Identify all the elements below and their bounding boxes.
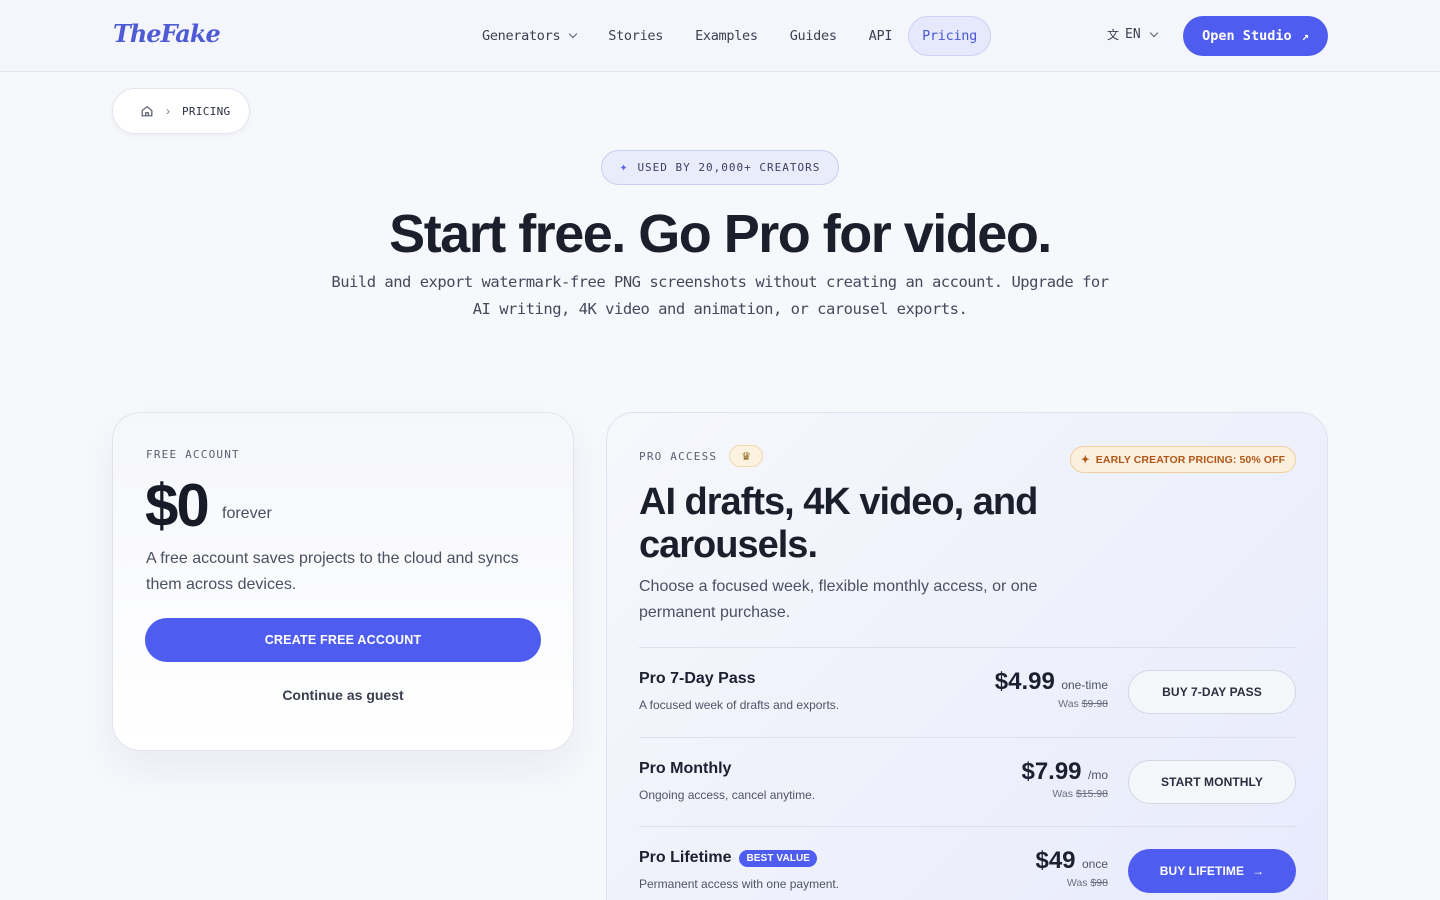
free-plan-card: FREE ACCOUNT $0 forever A free account s… bbox=[112, 412, 574, 751]
promo-label: EARLY CREATOR PRICING: 50% OFF bbox=[1095, 453, 1286, 466]
plan-price: $7.99 bbox=[1021, 758, 1082, 785]
breadcrumb-current: PRICING bbox=[182, 104, 231, 118]
plan-price-block: $49 once Was $98 bbox=[1035, 847, 1108, 889]
plan-name: Pro Monthly bbox=[639, 760, 731, 778]
external-arrow-icon: ↗ bbox=[1301, 29, 1309, 43]
plan-price-block: $7.99 /mo Was $15.98 bbox=[1021, 758, 1108, 800]
buy-lifetime-button[interactable]: BUY LIFETIME → bbox=[1128, 849, 1296, 893]
pro-plan-card: PRO ACCESS ♛ ✦ EARLY CREATOR PRICING: 50… bbox=[606, 412, 1328, 900]
plan-description: Permanent access with one payment. bbox=[639, 877, 840, 891]
nav-generators[interactable]: Generators bbox=[466, 16, 592, 56]
was-label: Was bbox=[1058, 698, 1079, 710]
top-navbar: TheFake Generators Stories Examples Guid… bbox=[0, 0, 1440, 72]
plan-price-block: $4.99 one-time Was $9.98 bbox=[995, 668, 1108, 710]
plan-name-label: Pro Lifetime bbox=[639, 849, 732, 866]
create-free-account-button[interactable]: CREATE FREE ACCOUNT bbox=[145, 618, 541, 662]
plan-price: $4.99 bbox=[994, 668, 1055, 695]
nav-stories[interactable]: Stories bbox=[592, 16, 679, 56]
plan-was-price: Was $98 bbox=[1035, 877, 1108, 889]
was-label: Was bbox=[1052, 788, 1073, 800]
plan-name: Pro Lifetime BEST VALUE bbox=[639, 849, 818, 867]
nav-pricing[interactable]: Pricing bbox=[908, 16, 991, 56]
language-label: EN bbox=[1125, 27, 1141, 42]
sparkle-icon: ✦ bbox=[1080, 453, 1090, 466]
plan-unit: one-time bbox=[1061, 678, 1108, 692]
translate-icon: 文 bbox=[1107, 28, 1120, 42]
was-amount: $98 bbox=[1090, 877, 1108, 889]
main-nav: Generators Stories Examples Guides API P… bbox=[466, 16, 991, 56]
start-monthly-button[interactable]: START MONTHLY bbox=[1128, 760, 1296, 804]
promo-badge: ✦ EARLY CREATOR PRICING: 50% OFF bbox=[1070, 446, 1296, 473]
language-selector[interactable]: 文 EN bbox=[1107, 26, 1158, 43]
continue-as-guest-link[interactable]: Continue as guest bbox=[145, 687, 541, 703]
nav-generators-label: Generators bbox=[482, 28, 561, 44]
chevron-down-icon bbox=[569, 29, 578, 39]
was-amount: $9.98 bbox=[1081, 698, 1108, 710]
pro-description: Choose a focused week, flexible monthly … bbox=[639, 578, 1038, 621]
plan-price: $49 bbox=[1035, 847, 1076, 874]
plan-row-monthly: Pro Monthly Ongoing access, cancel anyti… bbox=[639, 737, 1296, 827]
free-description: A free account saves projects to the clo… bbox=[146, 550, 519, 593]
nav-guides[interactable]: Guides bbox=[774, 16, 853, 56]
nav-examples[interactable]: Examples bbox=[679, 16, 774, 56]
plan-description: Ongoing access, cancel anytime. bbox=[639, 788, 816, 802]
pro-eyebrow: PRO ACCESS bbox=[639, 449, 718, 463]
plan-row-lifetime: Pro Lifetime BEST VALUE Permanent access… bbox=[639, 826, 1296, 900]
plan-name-label: Pro Monthly bbox=[639, 760, 732, 777]
arrow-right-icon: → bbox=[1252, 864, 1265, 878]
free-price: $0 bbox=[145, 472, 210, 539]
crown-icon: ♛ bbox=[729, 445, 764, 467]
free-period: forever bbox=[222, 505, 272, 522]
plan-description: A focused week of drafts and exports. bbox=[639, 698, 840, 712]
sparkle-icon: ✦ bbox=[619, 160, 629, 175]
creators-badge-label: USED BY 20,000+ CREATORS bbox=[637, 161, 821, 174]
page-subtitle: Build and export watermark-free PNG scre… bbox=[331, 273, 1109, 318]
buy-7-day-pass-button[interactable]: BUY 7-DAY PASS bbox=[1128, 670, 1296, 714]
creators-badge: ✦ USED BY 20,000+ CREATORS bbox=[601, 150, 839, 185]
was-label: Was bbox=[1066, 877, 1088, 889]
page-title: Start free. Go Pro for video. bbox=[389, 204, 1052, 264]
free-eyebrow: FREE ACCOUNT bbox=[146, 448, 240, 461]
pro-title: AI drafts, 4K video, and carousels. bbox=[639, 481, 1038, 566]
logo[interactable]: TheFake bbox=[113, 19, 221, 48]
nav-api[interactable]: API bbox=[853, 16, 908, 56]
plan-unit: once bbox=[1081, 857, 1108, 871]
best-value-badge: BEST VALUE bbox=[739, 849, 818, 867]
pro-eyebrow-row: PRO ACCESS ♛ bbox=[639, 445, 764, 467]
plan-unit: /mo bbox=[1087, 768, 1108, 782]
home-icon[interactable] bbox=[140, 104, 154, 118]
plan-name-label: Pro 7-Day Pass bbox=[639, 670, 756, 687]
plan-was-price: Was $9.98 bbox=[995, 698, 1108, 710]
buy-lifetime-label: BUY LIFETIME bbox=[1159, 864, 1245, 878]
chevron-down-icon bbox=[1149, 28, 1158, 37]
was-amount: $15.98 bbox=[1075, 788, 1108, 800]
open-studio-button[interactable]: Open Studio ↗ bbox=[1183, 16, 1328, 56]
plan-row-7day: Pro 7-Day Pass A focused week of drafts … bbox=[639, 647, 1296, 737]
chevron-right-icon: › bbox=[166, 104, 170, 118]
open-studio-label: Open Studio bbox=[1202, 28, 1292, 44]
breadcrumb: › PRICING bbox=[112, 88, 250, 134]
plan-was-price: Was $15.98 bbox=[1021, 788, 1108, 800]
plan-name: Pro 7-Day Pass bbox=[639, 670, 756, 688]
